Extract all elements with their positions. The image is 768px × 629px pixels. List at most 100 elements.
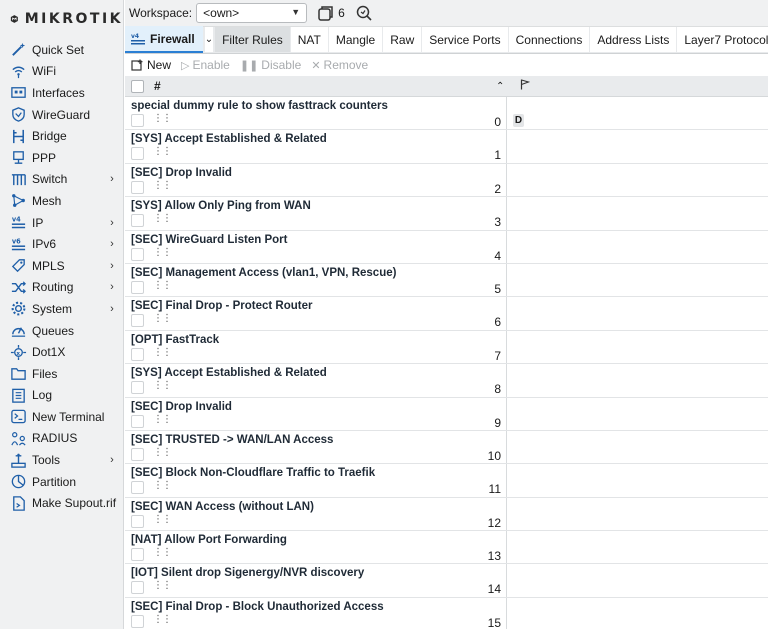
tab-firewall[interactable]: v4 Firewall bbox=[125, 26, 203, 53]
table-row[interactable]: [SEC] Drop Invalid ⋮⋮ 2 bbox=[125, 163, 768, 198]
sidebar-item-tools[interactable]: Tools › bbox=[0, 449, 123, 471]
drag-handle-icon[interactable]: ⋮⋮ bbox=[153, 247, 172, 258]
sidebar-item-wifi[interactable]: WiFi bbox=[0, 61, 123, 83]
drag-handle-icon[interactable]: ⋮⋮ bbox=[153, 113, 172, 124]
drag-handle-icon[interactable]: ⋮⋮ bbox=[153, 180, 172, 191]
column-header-flags[interactable] bbox=[520, 79, 531, 93]
table-row[interactable]: [SEC] TRUSTED -> WAN/LAN Access ⋮⋮ 10 bbox=[125, 430, 768, 465]
tab-menu-button[interactable]: ⌄ bbox=[204, 27, 214, 52]
rule-comment: [SEC] WAN Access (without LAN) bbox=[131, 500, 314, 513]
select-all-checkbox[interactable] bbox=[131, 79, 144, 93]
row-checkbox[interactable] bbox=[131, 614, 144, 628]
sidebar-item-wireguard[interactable]: WireGuard bbox=[0, 104, 123, 126]
row-checkbox[interactable] bbox=[131, 414, 144, 428]
tab-nat[interactable]: NAT bbox=[290, 27, 328, 52]
table-row[interactable]: [SYS] Accept Established & Related ⋮⋮ 1 bbox=[125, 130, 768, 164]
table-row[interactable]: [SEC] WireGuard Listen Port ⋮⋮ 4 bbox=[125, 230, 768, 264]
sidebar-item-routing[interactable]: Routing › bbox=[0, 277, 123, 299]
sidebar-item-new-terminal[interactable]: New Terminal bbox=[0, 406, 123, 428]
drag-handle-icon[interactable]: ⋮⋮ bbox=[153, 146, 172, 157]
search-button[interactable] bbox=[355, 4, 373, 22]
enable-button[interactable]: ▷ Enable bbox=[181, 58, 230, 72]
row-checkbox[interactable] bbox=[131, 347, 144, 361]
drag-handle-icon[interactable]: ⋮⋮ bbox=[153, 380, 172, 391]
drag-handle-icon[interactable]: ⋮⋮ bbox=[153, 313, 172, 324]
column-header-number[interactable]: # bbox=[154, 79, 494, 93]
table-row[interactable]: special dummy rule to show fasttrack cou… bbox=[125, 97, 768, 131]
sidebar-item-queues[interactable]: Queues bbox=[0, 320, 123, 342]
column-divider bbox=[506, 297, 507, 330]
row-checkbox[interactable] bbox=[131, 247, 144, 261]
row-checkbox[interactable] bbox=[131, 180, 144, 194]
workspace-select[interactable]: <own> ▼ bbox=[196, 3, 308, 23]
tab-layer7-protocols[interactable]: Layer7 Protocols bbox=[677, 27, 768, 52]
tab-filter-rules[interactable]: Filter Rules bbox=[215, 27, 290, 52]
sidebar-item-label: Dot1X bbox=[32, 345, 66, 360]
table-row[interactable]: [SEC] Final Drop - Block Unauthorized Ac… bbox=[125, 597, 768, 629]
sidebar-item-radius[interactable]: RADIUS bbox=[0, 428, 123, 450]
rule-comment: [SEC] Drop Invalid bbox=[131, 400, 232, 413]
sidebar-item-make-supout-rif[interactable]: Make Supout.rif bbox=[0, 492, 123, 514]
column-divider bbox=[506, 364, 507, 397]
sidebar-item-quick-set[interactable]: Quick Set bbox=[0, 39, 123, 61]
drag-handle-icon[interactable]: ⋮⋮ bbox=[153, 280, 172, 291]
svg-text:x: x bbox=[16, 350, 20, 356]
sidebar-item-mesh[interactable]: Mesh bbox=[0, 190, 123, 212]
drag-handle-icon[interactable]: ⋮⋮ bbox=[153, 514, 172, 525]
row-checkbox[interactable] bbox=[131, 280, 144, 294]
table-row[interactable]: [SYS] Allow Only Ping from WAN ⋮⋮ 3 bbox=[125, 197, 768, 231]
table-row[interactable]: [OPT] FastTrack ⋮⋮ 7 bbox=[125, 330, 768, 365]
sidebar-item-switch[interactable]: Switch › bbox=[0, 169, 123, 191]
drag-handle-icon[interactable]: ⋮⋮ bbox=[153, 414, 172, 425]
table-row[interactable]: [SEC] Block Non-Cloudflare Traffic to Tr… bbox=[125, 464, 768, 498]
row-checkbox[interactable] bbox=[131, 447, 144, 461]
row-checkbox[interactable] bbox=[131, 481, 144, 495]
rule-comment: [SEC] Drop Invalid bbox=[131, 166, 232, 179]
table-row[interactable]: [NAT] Allow Port Forwarding ⋮⋮ 13 bbox=[125, 531, 768, 565]
row-checkbox[interactable] bbox=[131, 114, 144, 127]
table-row[interactable]: [SEC] Final Drop - Protect Router ⋮⋮ 6 bbox=[125, 297, 768, 331]
sidebar-item-mpls[interactable]: MPLS › bbox=[0, 255, 123, 277]
row-checkbox[interactable] bbox=[131, 314, 144, 328]
table-row[interactable]: [SEC] Management Access (vlan1, VPN, Res… bbox=[125, 263, 768, 298]
sidebar-item-system[interactable]: System › bbox=[0, 298, 123, 320]
sidebar-item-ip[interactable]: v4 IP › bbox=[0, 212, 123, 234]
table-row[interactable]: [SEC] Drop Invalid ⋮⋮ 9 bbox=[125, 397, 768, 431]
table-row[interactable]: [IOT] Silent drop Sigenergy/NVR discover… bbox=[125, 564, 768, 598]
radius-icon bbox=[9, 429, 27, 447]
remove-button[interactable]: ✕ Remove bbox=[311, 58, 368, 72]
sidebar-item-ipv6[interactable]: v6 IPv6 › bbox=[0, 233, 123, 255]
sort-ascending-icon[interactable]: ⌃ bbox=[496, 81, 510, 92]
drag-handle-icon[interactable]: ⋮⋮ bbox=[153, 547, 172, 558]
drag-handle-icon[interactable]: ⋮⋮ bbox=[153, 580, 172, 591]
row-checkbox[interactable] bbox=[131, 548, 144, 562]
drag-handle-icon[interactable]: ⋮⋮ bbox=[153, 614, 172, 625]
tab-address-lists[interactable]: Address Lists bbox=[590, 27, 677, 52]
row-checkbox[interactable] bbox=[131, 214, 144, 228]
disable-button[interactable]: ❚❚ Disable bbox=[240, 58, 301, 72]
sidebar-item-ppp[interactable]: PPP bbox=[0, 147, 123, 169]
sidebar-item-dot1x[interactable]: x Dot1X bbox=[0, 341, 123, 363]
table-row[interactable]: [SEC] WAN Access (without LAN) ⋮⋮ 12 bbox=[125, 497, 768, 532]
sidebar-item-bridge[interactable]: Bridge bbox=[0, 125, 123, 147]
sidebar-item-interfaces[interactable]: Interfaces bbox=[0, 82, 123, 104]
sidebar-item-log[interactable]: Log bbox=[0, 385, 123, 407]
tab-mangle[interactable]: Mangle bbox=[328, 27, 383, 52]
drag-handle-icon[interactable]: ⋮⋮ bbox=[153, 447, 172, 458]
tab-connections[interactable]: Connections bbox=[508, 27, 590, 52]
tab-service-ports[interactable]: Service Ports bbox=[422, 27, 508, 52]
row-checkbox[interactable] bbox=[131, 381, 144, 395]
drag-handle-icon[interactable]: ⋮⋮ bbox=[153, 213, 172, 224]
row-checkbox[interactable] bbox=[131, 147, 144, 161]
sidebar-item-files[interactable]: Files bbox=[0, 363, 123, 385]
drag-handle-icon[interactable]: ⋮⋮ bbox=[153, 347, 172, 358]
new-button[interactable]: New bbox=[131, 58, 171, 72]
rule-number: 12 bbox=[487, 515, 501, 530]
row-checkbox[interactable] bbox=[131, 514, 144, 528]
drag-handle-icon[interactable]: ⋮⋮ bbox=[153, 480, 172, 491]
tab-raw[interactable]: Raw bbox=[383, 27, 422, 52]
sidebar-item-partition[interactable]: Partition bbox=[0, 471, 123, 493]
windows-button[interactable]: 6 bbox=[317, 4, 345, 22]
table-row[interactable]: [SYS] Accept Established & Related ⋮⋮ 8 bbox=[125, 364, 768, 398]
row-checkbox[interactable] bbox=[131, 581, 144, 595]
